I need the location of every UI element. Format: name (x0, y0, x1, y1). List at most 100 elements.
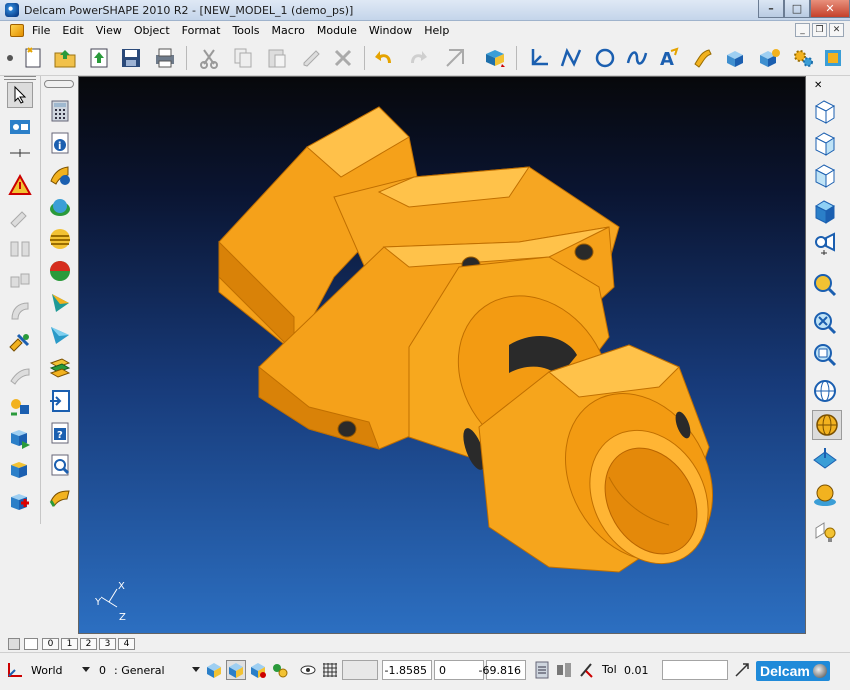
page-tab-4[interactable]: 4 (118, 638, 135, 650)
coord-x-field[interactable]: -1.8585 (382, 660, 432, 680)
delete-icon[interactable] (330, 45, 356, 71)
menu-macro[interactable]: Macro (266, 24, 311, 37)
close-button[interactable]: ✕ (810, 0, 850, 18)
circle-icon[interactable] (592, 45, 618, 71)
search-page-icon[interactable] (47, 452, 73, 478)
view-iso1-icon[interactable] (812, 98, 838, 124)
triangle-icon[interactable] (47, 322, 73, 348)
page-tab-1[interactable]: 1 (61, 638, 78, 650)
layers-icon[interactable] (47, 354, 73, 380)
measure-icon[interactable] (442, 45, 468, 71)
menu-help[interactable]: Help (418, 24, 455, 37)
warning-icon[interactable] (7, 172, 33, 198)
shade-icon[interactable] (47, 258, 73, 284)
solid-block-icon[interactable] (722, 45, 748, 71)
menu-view[interactable]: View (90, 24, 128, 37)
plane-icon[interactable] (812, 446, 838, 472)
new-file-icon[interactable] (20, 45, 46, 71)
repair-icon[interactable] (7, 204, 33, 230)
panel-grip[interactable] (4, 76, 36, 80)
fillet-icon[interactable] (7, 298, 33, 324)
minimize-button[interactable]: – (758, 0, 784, 18)
3d-viewport[interactable]: X Y Z (78, 76, 806, 634)
document-icon[interactable] (10, 24, 24, 37)
select-filter-icon[interactable] (482, 45, 508, 71)
undo-icon[interactable] (372, 45, 398, 71)
panel-close-icon[interactable]: ✕ (814, 80, 822, 91)
grid-value-field[interactable] (342, 660, 378, 680)
page-tab-0[interactable]: 0 (42, 638, 59, 650)
general-edit-icon[interactable] (7, 114, 33, 140)
view-iso3-icon[interactable] (812, 162, 838, 188)
calculator-icon[interactable] (47, 98, 73, 124)
help-page-icon[interactable]: ? (47, 420, 73, 446)
striped-sphere-icon[interactable] (47, 226, 73, 252)
coord-y-field[interactable]: 0 (434, 660, 484, 680)
mdi-minimize-button[interactable]: _ (795, 23, 810, 37)
shaded-icon[interactable] (812, 410, 842, 440)
view-iso2-icon[interactable] (812, 130, 838, 156)
coord-z-field[interactable]: -69.816 (479, 660, 526, 680)
redo-icon[interactable] (404, 45, 430, 71)
import-icon[interactable] (86, 45, 112, 71)
sphere-icon[interactable] (47, 194, 73, 220)
copy-icon[interactable] (230, 45, 256, 71)
view-iso4-icon[interactable] (812, 198, 838, 224)
wireframe-icon[interactable] (812, 378, 838, 404)
mdi-close-button[interactable]: ✕ (829, 23, 844, 37)
mdi-restore-button[interactable]: ❐ (812, 23, 827, 37)
app-icon[interactable] (5, 3, 19, 17)
calculator-status-icon[interactable] (532, 660, 552, 680)
select-icon[interactable] (7, 82, 33, 108)
select-cube3-icon[interactable] (248, 660, 268, 680)
zoom-out-icon[interactable] (812, 342, 838, 368)
tolerance-icon[interactable] (576, 660, 596, 680)
model-part[interactable] (218, 106, 742, 587)
save-icon[interactable] (118, 45, 144, 71)
grid-icon[interactable] (320, 660, 340, 680)
surface-info-icon[interactable] (47, 162, 73, 188)
page-tab-new-icon[interactable] (24, 638, 38, 650)
eye-icon[interactable] (298, 660, 318, 680)
info-icon[interactable]: i (47, 130, 73, 156)
pin-icon[interactable] (7, 146, 33, 160)
workplane-status-icon[interactable] (4, 660, 24, 680)
menu-format[interactable]: Format (176, 24, 227, 37)
page-tab-3[interactable]: 3 (99, 638, 116, 650)
view-camera-icon[interactable] (812, 230, 838, 256)
model-view[interactable]: X Y Z (79, 77, 806, 634)
settings-gears-icon[interactable] (790, 45, 816, 71)
workplane-select[interactable]: World (28, 660, 92, 680)
panel-handle[interactable] (44, 80, 74, 88)
zoom-fit-icon[interactable] (812, 272, 838, 298)
snap-icon[interactable] (270, 660, 290, 680)
menu-window[interactable]: Window (363, 24, 418, 37)
level-select[interactable]: 0 : General (96, 660, 202, 680)
select-cube2-icon[interactable] (226, 660, 246, 680)
solid-icon[interactable] (7, 426, 33, 452)
menu-object[interactable]: Object (128, 24, 176, 37)
fold-icon[interactable] (7, 490, 33, 516)
toolbar-handle-icon[interactable] (4, 45, 16, 71)
open-folder-icon[interactable] (52, 45, 78, 71)
menu-file[interactable]: File (26, 24, 56, 37)
curve-icon[interactable] (624, 45, 650, 71)
split-icon[interactable] (7, 236, 33, 262)
edit-pencil-icon[interactable] (298, 45, 324, 71)
workplane-icon[interactable] (526, 45, 552, 71)
tolerance-field[interactable]: 0.01 (620, 660, 656, 680)
line-icon[interactable] (558, 45, 584, 71)
menu-edit[interactable]: Edit (56, 24, 89, 37)
import-page-icon[interactable] (47, 388, 73, 414)
page-tab-2[interactable]: 2 (80, 638, 97, 650)
solid-modeling-icon[interactable] (756, 45, 782, 71)
zoom-box-icon[interactable] (812, 310, 838, 336)
cut-icon[interactable] (196, 45, 222, 71)
assembly-icon[interactable] (7, 330, 33, 356)
page-tab-menu-icon[interactable] (8, 638, 20, 650)
surface-icon[interactable] (690, 45, 716, 71)
join-icon[interactable] (7, 268, 33, 294)
print-icon[interactable] (152, 45, 178, 71)
menu-tools[interactable]: Tools (226, 24, 265, 37)
feature-icon[interactable] (7, 458, 33, 484)
